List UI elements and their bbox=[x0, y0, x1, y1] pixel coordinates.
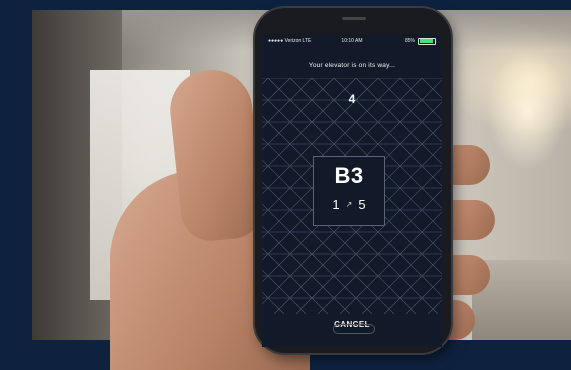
phone-screen: ●●●●● Verizon LTE 10:10 AM 85% Your elev… bbox=[262, 34, 442, 347]
arrow-up-right-icon: ↗ bbox=[345, 200, 353, 209]
phone-speaker bbox=[342, 17, 366, 20]
smartphone: ●●●●● Verizon LTE 10:10 AM 85% Your elev… bbox=[255, 8, 451, 353]
current-floor: 4 bbox=[348, 92, 356, 106]
status-right: 85% bbox=[404, 37, 436, 45]
route-from: 1 bbox=[332, 197, 340, 212]
battery-icon bbox=[418, 37, 436, 45]
elevator-status-message: Your elevator is on its way... bbox=[308, 62, 396, 69]
home-button[interactable] bbox=[333, 324, 375, 334]
route-to: 5 bbox=[358, 197, 366, 212]
battery-percent: 85% bbox=[404, 38, 415, 44]
status-bar: ●●●●● Verizon LTE 10:10 AM 85% bbox=[262, 34, 442, 48]
destination-card: B3 1 ↗ 5 bbox=[313, 156, 385, 226]
wall-lamp bbox=[487, 50, 567, 170]
destination-floor: B3 bbox=[334, 163, 364, 188]
route-indicator: 1 ↗ 5 bbox=[314, 197, 384, 212]
